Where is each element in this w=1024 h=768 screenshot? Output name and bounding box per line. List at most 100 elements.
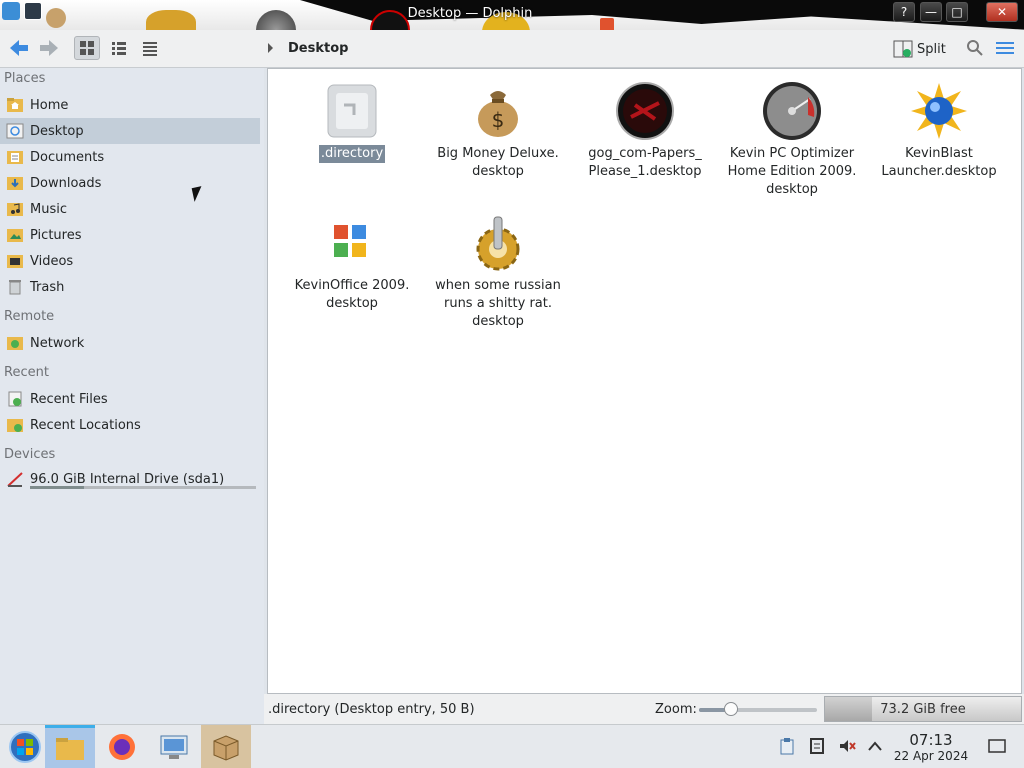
section-devices: Devices — [4, 447, 56, 462]
minimize-button[interactable]: — — [920, 2, 942, 22]
taskbar: 07:13 22 Apr 2024 — [0, 724, 1024, 768]
sidebar-item-home[interactable]: Home — [0, 92, 260, 118]
sidebar-item-label: Network — [30, 335, 85, 351]
office-icon — [600, 18, 614, 30]
details-view-button[interactable] — [137, 36, 163, 60]
volume-tray[interactable] — [838, 737, 856, 755]
file-view[interactable]: .directory $ Big Money Deluxe. desktop g… — [267, 68, 1022, 694]
file-name: when some russian runs a shitty rat. des… — [435, 278, 561, 329]
taskbar-firefox[interactable] — [97, 725, 147, 768]
file-name: gog_com-Papers_ Please_1.desktop — [588, 146, 702, 179]
file-item-kevinblast[interactable]: KevinBlast Launcher.desktop — [869, 81, 1009, 181]
videos-folder-icon — [7, 255, 23, 268]
sidebar-item-downloads[interactable]: Downloads — [0, 170, 260, 196]
places-panel: Places Home Desktop Documents Downloads … — [0, 68, 264, 725]
zoom-slider[interactable] — [699, 702, 817, 716]
split-button[interactable]: Split — [893, 38, 946, 60]
folder-app-icon[interactable] — [2, 2, 20, 20]
blast-globe-icon — [909, 81, 969, 141]
sidebar-item-label: Home — [30, 97, 69, 113]
hamburger-menu-button[interactable] — [992, 36, 1018, 60]
taskbar-file-manager[interactable] — [45, 725, 95, 768]
sidebar-item-music[interactable]: Music — [0, 196, 260, 222]
svg-text:$: $ — [492, 108, 505, 132]
gear-icon — [468, 213, 528, 273]
back-arrow-icon — [10, 40, 28, 56]
free-space-indicator[interactable]: 73.2 GiB free — [824, 696, 1022, 722]
sidebar-item-label: Documents — [30, 149, 105, 165]
firefox-icon — [109, 734, 135, 760]
config-file-icon — [322, 81, 382, 141]
file-item-kevinoffice[interactable]: KevinOffice 2009. desktop — [282, 213, 422, 313]
money-bag-icon — [46, 8, 66, 28]
sidebar-item-pictures[interactable]: Pictures — [0, 222, 260, 248]
tray-expand-button[interactable] — [866, 737, 884, 755]
sidebar-item-label: Desktop — [30, 123, 84, 139]
notes-tray[interactable] — [808, 737, 826, 755]
section-remote: Remote — [4, 309, 55, 324]
title-bar[interactable]: Desktop — Dolphin ? — □ ✕ — [0, 0, 1024, 30]
window-menu-icon[interactable] — [24, 2, 42, 20]
selection-info: .directory (Desktop entry, 50 B) — [268, 702, 475, 717]
breadcrumb[interactable]: Desktop — [288, 41, 348, 56]
help-button[interactable]: ? — [893, 2, 915, 22]
maximize-button[interactable]: □ — [946, 2, 968, 22]
documents-folder-icon — [7, 151, 23, 164]
sidebar-item-documents[interactable]: Documents — [0, 144, 260, 170]
clock-date[interactable]: 22 Apr 2024 — [892, 749, 970, 763]
network-folder-icon — [7, 337, 23, 350]
zoom-slider-handle[interactable] — [723, 702, 738, 716]
chevron-up-icon — [868, 741, 882, 751]
start-menu-button[interactable] — [0, 725, 50, 768]
details-view-icon — [143, 42, 157, 56]
icons-view-icon — [80, 41, 94, 55]
sidebar-item-trash[interactable]: Trash — [0, 274, 260, 300]
sidebar-item-label: Music — [30, 201, 67, 217]
file-name: Big Money Deluxe. desktop — [437, 146, 559, 179]
notes-icon — [810, 738, 824, 754]
sidebar-item-label: Trash — [30, 279, 65, 295]
search-button[interactable] — [962, 36, 988, 60]
drive-icon — [7, 472, 23, 487]
forward-button[interactable] — [36, 36, 62, 60]
clipboard-tray[interactable] — [778, 737, 796, 755]
window-title: Desktop — Dolphin — [407, 6, 533, 21]
sidebar-item-desktop[interactable]: Desktop — [0, 118, 260, 144]
sidebar-item-recent-files[interactable]: Recent Files — [0, 386, 260, 412]
file-name: KevinOffice 2009. desktop — [294, 278, 410, 311]
money-bag-icon: $ — [468, 81, 528, 141]
compact-view-button[interactable] — [106, 36, 132, 60]
breadcrumb-arrow-icon — [268, 43, 273, 53]
taskbar-package-manager[interactable] — [201, 725, 251, 768]
sidebar-item-label: Recent Files — [30, 391, 108, 407]
office-icon — [322, 213, 382, 273]
gear-icon — [146, 10, 196, 30]
compact-view-icon — [112, 42, 126, 55]
sidebar-item-label: 96.0 GiB Internal Drive (sda1) — [30, 471, 225, 487]
file-item-directory[interactable]: .directory — [282, 81, 422, 163]
free-space-label: 73.2 GiB free — [880, 702, 966, 717]
back-button[interactable] — [6, 36, 32, 60]
clock-time[interactable]: 07:13 — [900, 731, 962, 749]
package-icon — [213, 735, 239, 761]
sidebar-item-recent-locations[interactable]: Recent Locations — [0, 412, 260, 438]
icons-view-button[interactable] — [74, 36, 100, 60]
close-button[interactable]: ✕ — [986, 2, 1018, 22]
recent-files-icon — [8, 391, 22, 407]
file-item-papers-please[interactable]: gog_com-Papers_ Please_1.desktop — [575, 81, 715, 181]
file-item-big-money[interactable]: $ Big Money Deluxe. desktop — [428, 81, 568, 181]
taskbar-system-monitor[interactable] — [149, 725, 199, 768]
gauge-icon — [256, 10, 296, 30]
show-desktop-button[interactable] — [988, 737, 1006, 755]
file-name: KevinBlast Launcher.desktop — [881, 146, 997, 179]
sidebar-item-videos[interactable]: Videos — [0, 248, 260, 274]
pictures-folder-icon — [7, 229, 23, 242]
file-item-pc-optimizer[interactable]: Kevin PC Optimizer Home Edition 2009. de… — [722, 81, 862, 199]
split-view-icon — [893, 40, 913, 58]
home-folder-icon — [7, 98, 23, 112]
file-item-russian-rat[interactable]: when some russian runs a shitty rat. des… — [428, 213, 568, 331]
drive-usage-fill — [30, 486, 85, 489]
sidebar-item-network[interactable]: Network — [0, 330, 260, 356]
folder-icon — [56, 737, 84, 760]
section-recent: Recent — [4, 365, 49, 380]
